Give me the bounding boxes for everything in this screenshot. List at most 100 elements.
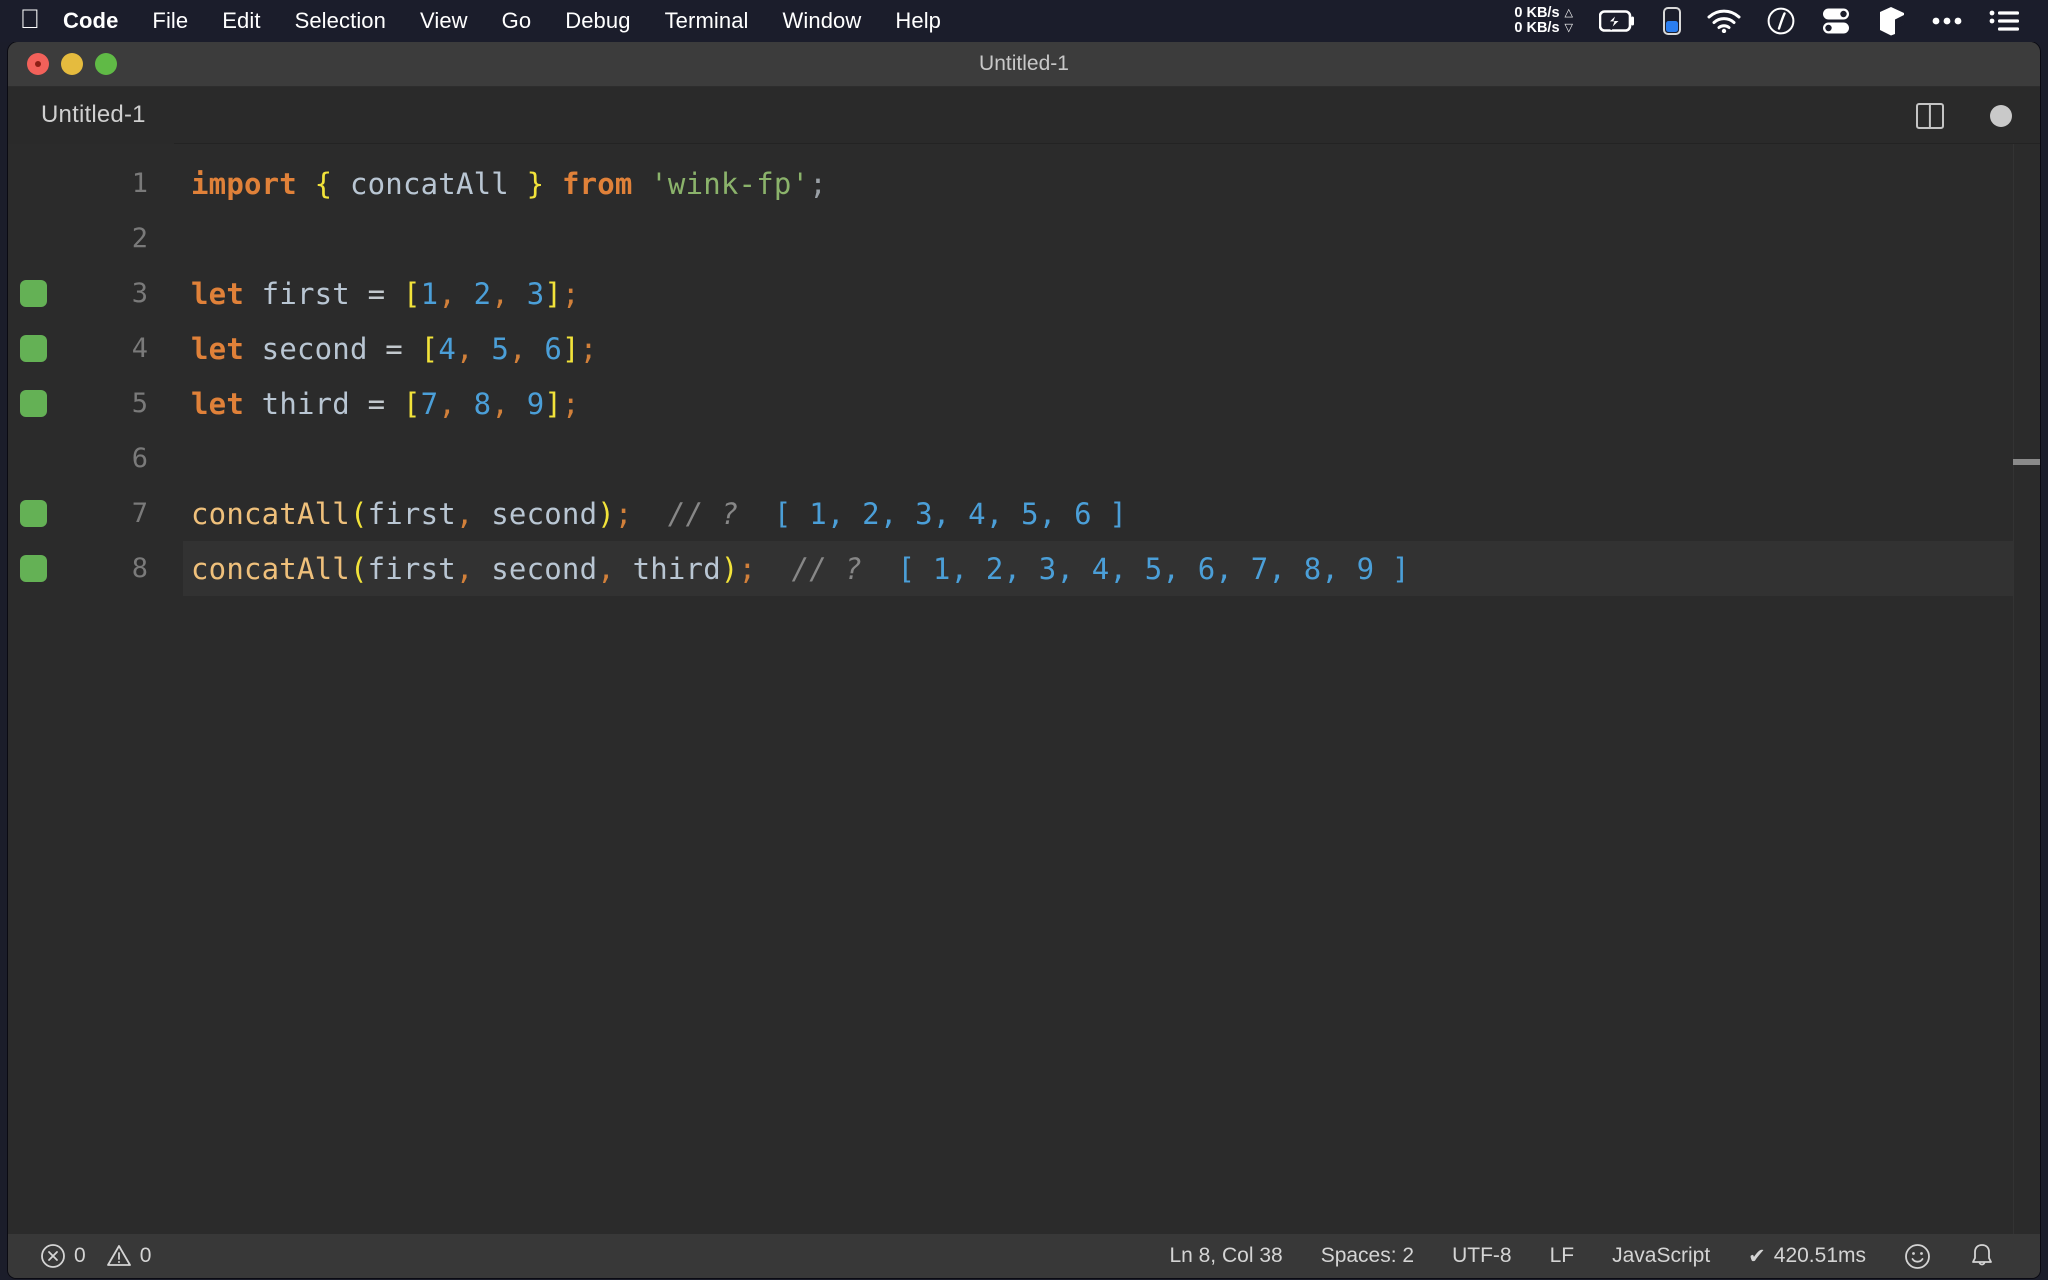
menu-item-view[interactable]: View [403, 0, 485, 42]
token-op [474, 332, 492, 366]
menu-item-edit[interactable]: Edit [205, 0, 277, 42]
token-op [474, 552, 492, 586]
token-brace: [ [402, 386, 421, 421]
gauge-icon[interactable] [1754, 0, 1808, 42]
code-line[interactable]: 2 [8, 211, 2040, 266]
menubar-status-items: 0 KB/s 0 KB/s △ ▽ [1501, 0, 2048, 42]
notifications-button[interactable] [1950, 1234, 2014, 1278]
token-num: 4 [438, 331, 456, 366]
token-kw: let [191, 386, 244, 421]
run-check-icon: ✔ [1748, 1244, 1766, 1268]
code-line[interactable]: 3 let first = [1, 2, 3]; [8, 266, 2040, 321]
toggles-icon[interactable] [1808, 0, 1864, 42]
token-comma: , [438, 386, 456, 421]
token-op [633, 167, 651, 201]
code-line[interactable]: 4 let second = [4, 5, 6]; [8, 321, 2040, 376]
maximize-button[interactable] [95, 53, 117, 75]
code-line[interactable]: 8 concatAll(first, second, third); // ? [… [8, 541, 2040, 596]
menu-item-help[interactable]: Help [878, 0, 958, 42]
close-button[interactable] [27, 53, 49, 75]
code-line[interactable]: 5 let third = [7, 8, 9]; [8, 376, 2040, 431]
line-number: 4 [131, 333, 148, 364]
menu-item-window[interactable]: Window [766, 0, 879, 42]
run-time-value: 420.51ms [1773, 1244, 1866, 1267]
window-title: Untitled-1 [979, 52, 1069, 75]
status-bar-left: 0 0 [8, 1234, 170, 1278]
problems-indicator[interactable]: 0 0 [40, 1234, 170, 1278]
cursor-position[interactable]: Ln 8, Col 38 [1150, 1234, 1301, 1278]
token-op [350, 277, 368, 311]
token-paren: ( [349, 496, 368, 531]
menu-item-code[interactable]: Code [46, 0, 135, 42]
code-line[interactable]: 1 import { concatAll } from 'wink-fp'; [8, 156, 2040, 211]
line-number: 8 [131, 553, 148, 584]
list-menu-icon[interactable] [1976, 0, 2032, 42]
token-op: = [367, 386, 386, 421]
token-num: 8 [473, 386, 492, 421]
wifi-icon[interactable] [1694, 0, 1754, 42]
token-ident: second [491, 496, 598, 531]
token-op [456, 277, 474, 311]
quokka-runtime[interactable]: ✔ 420.51ms [1729, 1234, 1885, 1278]
token-op [509, 387, 527, 421]
token-op [756, 552, 791, 586]
token-semi: ; [614, 496, 633, 531]
token-brace: ] [544, 276, 563, 311]
code-lines-container: 1 import { concatAll } from 'wink-fp'; 2 3 l… [8, 144, 2040, 596]
token-num: 7 [420, 386, 439, 421]
menubar-items: Code File Edit Selection View Go Debug Terminal… [46, 0, 958, 42]
indentation-setting[interactable]: Spaces: 2 [1302, 1234, 1433, 1278]
token-num: 6 [544, 331, 563, 366]
line-number: 6 [131, 443, 148, 474]
menu-item-go[interactable]: Go [485, 0, 549, 42]
menu-item-debug[interactable]: Debug [548, 0, 647, 42]
window-controls [8, 53, 117, 75]
unsaved-indicator-dot[interactable] [1990, 104, 2012, 127]
apple-logo-icon[interactable]:  [0, 5, 46, 33]
network-speed-indicator[interactable]: 0 KB/s 0 KB/s △ ▽ [1501, 0, 1586, 42]
upload-arrow-icon: △ [1564, 7, 1573, 19]
token-op [456, 387, 474, 421]
token-op [403, 332, 421, 366]
menu-item-terminal[interactable]: Terminal [648, 0, 766, 42]
token-comma: , [455, 551, 474, 586]
token-num: 3 [526, 276, 545, 311]
token-comma: , [597, 551, 615, 586]
scrollbar-thumb[interactable] [2013, 459, 2040, 465]
tab-label: Untitled-1 [41, 101, 146, 128]
minimize-button[interactable] [61, 53, 83, 75]
token-ident: concatAll [349, 166, 509, 201]
tab-untitled-1[interactable]: Untitled-1 [8, 86, 174, 144]
bell-icon [1969, 1242, 1995, 1270]
status-bar: 0 0 Ln 8, Col 38 Spaces: 2 UTF-8 LF Java… [8, 1234, 2040, 1278]
encoding-setting[interactable]: UTF-8 [1433, 1234, 1531, 1278]
vertical-battery-indicator-icon[interactable] [1650, 0, 1694, 42]
token-ident: second [261, 331, 368, 366]
token-comma: , [491, 276, 510, 311]
token-op [509, 277, 527, 311]
code-editor[interactable]: 1 import { concatAll } from 'wink-fp'; 2 3 l… [8, 144, 2040, 1234]
menu-item-selection[interactable]: Selection [278, 0, 403, 42]
overview-ruler[interactable] [2013, 144, 2040, 1234]
error-circle-icon [40, 1243, 66, 1269]
code-line[interactable]: 6 [8, 431, 2040, 486]
token-op [350, 387, 368, 421]
language-mode[interactable]: JavaScript [1593, 1234, 1729, 1278]
token-num: 9 [526, 386, 545, 421]
menu-item-file[interactable]: File [135, 0, 205, 42]
token-op [862, 552, 897, 586]
feedback-button[interactable] [1885, 1234, 1950, 1278]
editor-actions [1916, 87, 2012, 144]
split-editor-icon[interactable] [1916, 102, 1944, 129]
line-number: 1 [131, 168, 148, 199]
token-kw: let [191, 331, 244, 366]
token-op [244, 277, 262, 311]
network-upload-speed: 0 KB/s [1514, 5, 1560, 21]
token-semi: ; [579, 331, 598, 366]
battery-charging-icon[interactable] [1586, 0, 1650, 42]
ellipsis-icon[interactable] [1918, 0, 1976, 42]
warning-triangle-icon [106, 1243, 132, 1269]
cube-icon[interactable] [1864, 0, 1918, 42]
eol-setting[interactable]: LF [1531, 1234, 1594, 1278]
code-line[interactable]: 7 concatAll(first, second); // ? [ 1, 2, … [8, 486, 2040, 541]
